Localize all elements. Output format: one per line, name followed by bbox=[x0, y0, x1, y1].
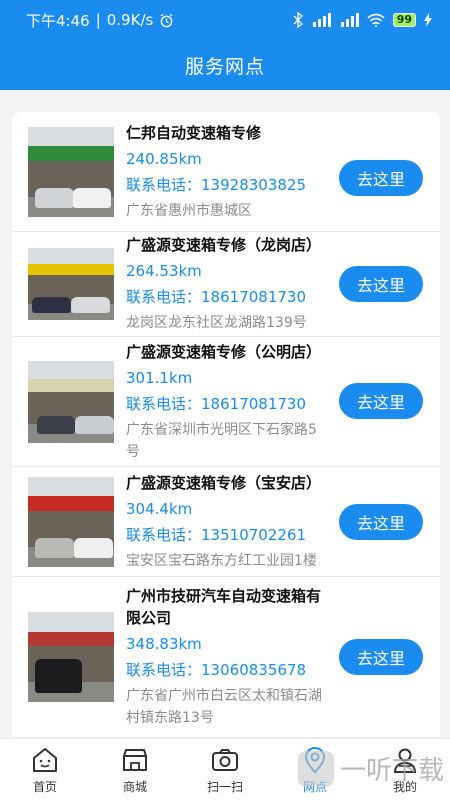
home-icon bbox=[33, 747, 57, 772]
tab-label: 扫一扫 bbox=[206, 779, 243, 794]
store-icon bbox=[123, 748, 147, 771]
phone-number[interactable]: 18617081730 bbox=[201, 395, 306, 413]
tab-label: 商城 bbox=[122, 779, 147, 794]
tab-label: 首页 bbox=[32, 779, 57, 794]
signal-icon-2 bbox=[340, 13, 359, 27]
store-item[interactable]: 广盛源变速箱专修（龙岗店） 264.53km 联系电话：18617081730 … bbox=[12, 232, 440, 337]
store-address: 广东省深圳市光明区下石家路5号 bbox=[126, 421, 317, 460]
store-address: 广东省广州市白云区太和镇石湖村镇东路13号 bbox=[126, 688, 322, 726]
phone-label: 联系电话： bbox=[126, 661, 202, 679]
phone-label: 联系电话： bbox=[126, 175, 202, 194]
store-name: 广州市技研汽车自动变速箱有限公司 bbox=[126, 587, 322, 627]
store-phone[interactable]: 联系电话：13060835678 bbox=[126, 659, 330, 681]
phone-label: 联系电话： bbox=[126, 288, 202, 306]
store-distance: 304.4km bbox=[126, 499, 193, 518]
store-name: 仁邦自动变速箱专修 bbox=[126, 123, 262, 142]
signal-icon bbox=[312, 13, 331, 27]
go-here-button[interactable]: 去这里 bbox=[339, 266, 423, 302]
store-sign bbox=[28, 496, 114, 511]
phone-number[interactable]: 13510702261 bbox=[201, 526, 306, 544]
store-phone[interactable]: 联系电话：18617081730 bbox=[126, 393, 330, 415]
store-name: 广盛源变速箱专修（龙岗店） bbox=[126, 236, 322, 254]
go-here-button[interactable]: 去这里 bbox=[339, 504, 423, 540]
page-header: 服务网点 bbox=[0, 40, 450, 90]
store-sign bbox=[28, 631, 114, 647]
store-photo bbox=[28, 248, 114, 320]
store-item[interactable]: 广州市技研汽车自动变速箱有限公司 348.83km 联系电话：130608356… bbox=[12, 577, 440, 738]
watermark-logo bbox=[297, 750, 334, 787]
watermark-text: 一听下载 bbox=[339, 756, 444, 786]
store-photo bbox=[28, 126, 114, 217]
store-name: 广盛源变速箱专修（公明店） bbox=[126, 342, 322, 361]
store-list[interactable]: 仁邦自动变速箱专修 240.85km 联系电话：13928303825 广东省惠… bbox=[12, 112, 440, 738]
store-item[interactable]: 广盛源变速箱专修（宝安店） 304.4km 联系电话：13510702261 宝… bbox=[12, 467, 440, 577]
store-item[interactable]: 广盛源变速箱专修（公明店） 301.1km 联系电话：18617081730 广… bbox=[12, 337, 440, 467]
store-distance: 240.85km bbox=[126, 149, 202, 168]
store-address: 广东省惠州市惠城区 bbox=[126, 202, 252, 219]
tab-scan[interactable]: 扫一扫 bbox=[180, 739, 270, 800]
tab-store[interactable]: 商城 bbox=[90, 739, 180, 800]
watermark: 一听下载 bbox=[297, 750, 444, 787]
store-sign bbox=[28, 146, 114, 161]
store-photo bbox=[28, 476, 114, 567]
bluetooth-icon bbox=[293, 12, 303, 28]
tab-home[interactable]: 首页 bbox=[0, 739, 90, 800]
wifi-icon bbox=[367, 13, 385, 27]
status-bar: 下午4:46 | 0.9K/s 99 bbox=[0, 0, 450, 40]
phone-label: 联系电话： bbox=[126, 394, 202, 413]
store-sign bbox=[28, 263, 114, 276]
store-phone[interactable]: 联系电话：13928303825 bbox=[126, 174, 330, 196]
go-here-button[interactable]: 去这里 bbox=[339, 383, 423, 419]
phone-number[interactable]: 13060835678 bbox=[201, 661, 306, 679]
alarm-icon bbox=[160, 13, 173, 27]
store-item[interactable]: 仁邦自动变速箱专修 240.85km 联系电话：13928303825 广东省惠… bbox=[12, 112, 440, 232]
camera-icon bbox=[212, 748, 238, 771]
page-title: 服务网点 bbox=[184, 55, 265, 78]
store-photo bbox=[28, 360, 114, 443]
network-speed: 0.9K/s bbox=[106, 11, 154, 29]
phone-number[interactable]: 18617081730 bbox=[201, 288, 306, 306]
status-time: 下午4:46 bbox=[26, 11, 90, 30]
go-here-button[interactable]: 去这里 bbox=[339, 639, 423, 675]
phone-label: 联系电话： bbox=[126, 525, 202, 544]
store-distance: 348.83km bbox=[126, 635, 202, 653]
battery-indicator: 99 bbox=[392, 13, 416, 27]
phone-number[interactable]: 13928303825 bbox=[201, 176, 306, 194]
store-distance: 301.1km bbox=[126, 368, 193, 387]
store-address: 宝安区宝石路东方红工业园1楼 bbox=[126, 552, 317, 569]
store-address: 龙岗区龙东社区龙湖路139号 bbox=[126, 315, 307, 331]
store-phone[interactable]: 联系电话：18617081730 bbox=[126, 286, 330, 308]
charging-icon bbox=[424, 13, 432, 27]
store-distance: 264.53km bbox=[126, 262, 202, 280]
go-here-button[interactable]: 去这里 bbox=[339, 160, 423, 196]
store-name: 广盛源变速箱专修（宝安店） bbox=[126, 473, 322, 492]
store-sign bbox=[28, 378, 114, 392]
store-phone[interactable]: 联系电话：13510702261 bbox=[126, 524, 330, 546]
store-photo bbox=[28, 612, 114, 702]
